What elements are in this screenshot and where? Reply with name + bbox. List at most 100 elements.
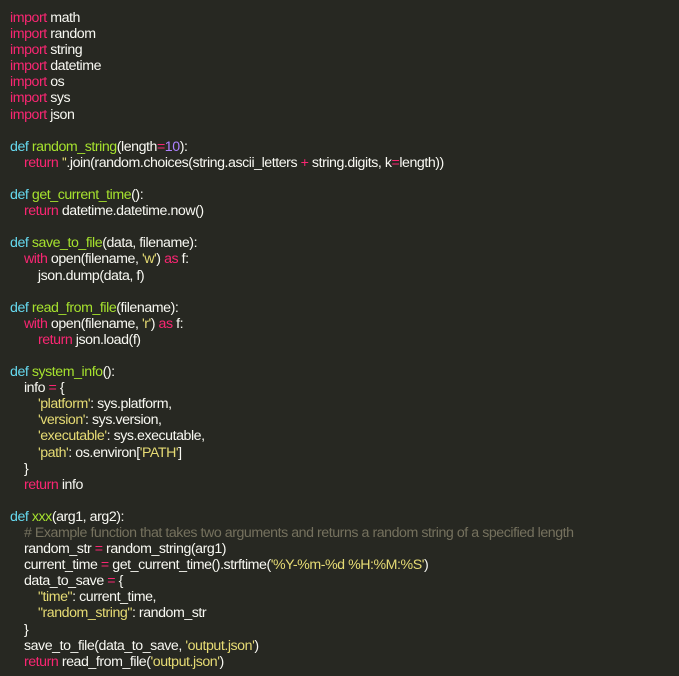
code-token-plain: datetime: [46, 58, 102, 75]
code-token-plain: }: [10, 460, 29, 477]
code-line[interactable]: "random_string": random_str: [10, 605, 679, 621]
code-token-plain: string: [46, 42, 83, 59]
code-token-plain: (data, filename):: [102, 235, 198, 252]
code-line[interactable]: import datetime: [10, 58, 679, 74]
code-token-keyword: import: [10, 58, 47, 75]
code-token-string: '%Y-%m-%d %H:%M:%S': [270, 557, 425, 574]
code-line[interactable]: "time": current_time,: [10, 589, 679, 605]
code-token-keyword: import: [10, 90, 47, 107]
code-token-def: def: [10, 187, 29, 204]
code-line[interactable]: 'version': sys.version,: [10, 412, 679, 428]
code-line[interactable]: 'platform': sys.platform,: [10, 396, 679, 412]
code-token-func: system_info: [31, 364, 103, 381]
code-token-plain: : sys.executable,: [106, 428, 205, 445]
code-token-plain: : os.environ[: [68, 444, 140, 461]
code-line[interactable]: random_str = random_string(arg1): [10, 541, 679, 557]
code-token-func: save_to_file: [31, 235, 103, 252]
code-line[interactable]: return ''.join(random.choices(string.asc…: [10, 155, 679, 171]
code-token-plain: ():: [102, 364, 115, 381]
code-line[interactable]: with open(filename, 'w') as f:: [10, 251, 679, 267]
code-line[interactable]: return json.load(f): [10, 332, 679, 348]
code-token-plain: current_time: [10, 557, 101, 574]
code-token-keyword: import: [10, 42, 47, 59]
code-token-plain: ): [156, 251, 165, 268]
code-token-string: 'executable': [37, 428, 107, 445]
code-line[interactable]: def save_to_file(data, filename):: [10, 235, 679, 251]
code-token-plain: : sys.platform,: [90, 396, 172, 413]
code-token-def: def: [10, 299, 29, 316]
code-line[interactable]: 'executable': sys.executable,: [10, 428, 679, 444]
code-token-string: 'w': [141, 251, 157, 268]
code-line[interactable]: [10, 348, 679, 364]
code-line[interactable]: return info: [10, 477, 679, 493]
code-line[interactable]: def random_string(length=10):: [10, 139, 679, 155]
code-line[interactable]: import json: [10, 107, 679, 123]
code-line[interactable]: save_to_file(data_to_save, 'output.json'…: [10, 638, 679, 654]
code-line[interactable]: import sys: [10, 90, 679, 106]
code-line[interactable]: [10, 219, 679, 235]
code-token-string: 'output.json': [185, 637, 255, 654]
code-token-string: "random_string": [37, 605, 132, 622]
code-line[interactable]: [10, 493, 679, 509]
code-line[interactable]: info = {: [10, 380, 679, 396]
code-line[interactable]: import random: [10, 26, 679, 42]
code-line[interactable]: import math: [10, 10, 679, 26]
code-token-plain: (arg1, arg2):: [51, 508, 125, 525]
code-token-def: def: [10, 138, 29, 155]
code-line[interactable]: import os: [10, 74, 679, 90]
code-token-keyword: import: [10, 74, 47, 91]
code-token-plain: data_to_save: [10, 573, 108, 590]
code-token-plain: ():: [131, 187, 144, 204]
code-line[interactable]: return read_from_file('output.json'): [10, 654, 679, 670]
code-token-string: 'PATH': [139, 444, 179, 461]
code-line[interactable]: with open(filename, 'r') as f:: [10, 316, 679, 332]
code-token-plain: : sys.version,: [85, 412, 162, 429]
code-token-plain: get_current_time().strftime(: [108, 557, 271, 574]
code-editor[interactable]: import math import random import string imp…: [10, 10, 679, 670]
code-line[interactable]: return datetime.datetime.now(): [10, 203, 679, 219]
code-token-plain: ): [219, 653, 224, 670]
code-line[interactable]: json.dump(data, f): [10, 268, 679, 284]
code-token-plain: ): [423, 557, 429, 574]
code-token-string: 'platform': [37, 396, 91, 413]
code-line[interactable]: [10, 171, 679, 187]
code-token-plain: length)): [399, 154, 444, 171]
code-token-plain: read_from_file(: [58, 653, 151, 670]
code-token-plain: save_to_file(data_to_save,: [10, 637, 186, 654]
code-line[interactable]: 'path': os.environ['PATH']: [10, 445, 679, 461]
code-token-func: read_from_file: [31, 299, 117, 316]
code-line[interactable]: def read_from_file(filename):: [10, 300, 679, 316]
code-line[interactable]: def get_current_time():: [10, 187, 679, 203]
code-token-plain: json: [46, 106, 75, 123]
code-token-plain: random: [46, 26, 96, 43]
code-line[interactable]: # Example function that takes two argume…: [10, 525, 679, 541]
code-line[interactable]: [10, 284, 679, 300]
code-token-keyword: return: [23, 203, 59, 220]
code-token-def: def: [10, 235, 29, 252]
code-token-string: 'path': [37, 444, 69, 461]
code-token-keyword: return: [23, 154, 59, 171]
code-line[interactable]: def system_info():: [10, 364, 679, 380]
code-token-string: "time": [37, 589, 73, 606]
code-token-plain: ): [254, 637, 259, 654]
code-token-plain: {: [56, 380, 65, 397]
code-line[interactable]: [10, 123, 679, 139]
code-token-plain: (filename):: [116, 299, 179, 316]
code-line[interactable]: }: [10, 622, 679, 638]
code-token-plain: string.digits, k: [308, 154, 392, 171]
code-line[interactable]: import string: [10, 42, 679, 58]
code-line[interactable]: current_time = get_current_time().strfti…: [10, 557, 679, 573]
code-token-keyword: return: [23, 653, 59, 670]
code-line[interactable]: data_to_save = {: [10, 573, 679, 589]
code-line[interactable]: def xxx(arg1, arg2):: [10, 509, 679, 525]
code-line[interactable]: }: [10, 461, 679, 477]
code-token-def: def: [10, 364, 29, 381]
